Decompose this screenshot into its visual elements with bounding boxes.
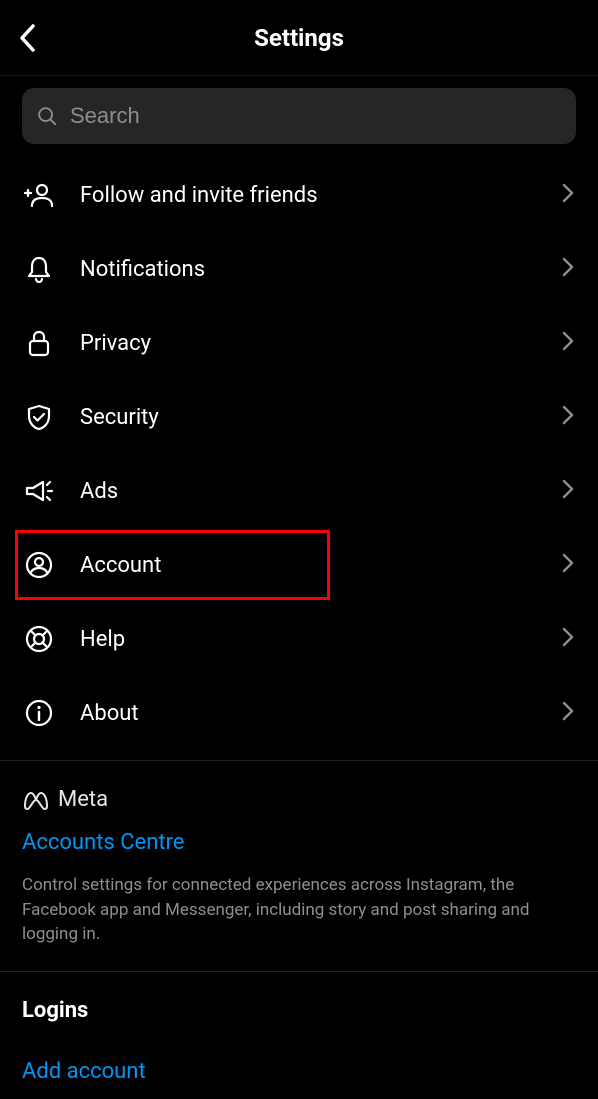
search-box[interactable]: [22, 88, 576, 144]
add-person-icon: [24, 180, 54, 210]
meta-section: Meta Accounts Centre Control settings fo…: [0, 761, 598, 972]
menu-item-notifications[interactable]: Notifications: [0, 232, 598, 306]
menu-item-follow-invite[interactable]: Follow and invite friends: [0, 158, 598, 232]
logins-title: Logins: [22, 998, 576, 1023]
chevron-right-icon: [562, 627, 574, 651]
menu-item-label: Follow and invite friends: [80, 183, 536, 208]
search-icon: [36, 105, 58, 127]
chevron-right-icon: [562, 257, 574, 281]
megaphone-icon: [24, 476, 54, 506]
chevron-right-icon: [562, 405, 574, 429]
menu-item-label: Account: [80, 553, 536, 578]
menu-item-privacy[interactable]: Privacy: [0, 306, 598, 380]
info-icon: [24, 698, 54, 728]
menu-item-label: Privacy: [80, 331, 536, 356]
menu-item-account[interactable]: Account: [0, 528, 598, 602]
menu-item-security[interactable]: Security: [0, 380, 598, 454]
add-account-link[interactable]: Add account: [22, 1059, 576, 1084]
menu-item-label: Notifications: [80, 257, 536, 282]
chevron-right-icon: [562, 331, 574, 355]
lock-icon: [24, 328, 54, 358]
menu-item-ads[interactable]: Ads: [0, 454, 598, 528]
bell-icon: [24, 254, 54, 284]
lifebuoy-icon: [24, 624, 54, 654]
header: Settings: [0, 0, 598, 76]
chevron-left-icon: [18, 23, 38, 53]
menu-item-label: Help: [80, 627, 536, 652]
menu-item-help[interactable]: Help: [0, 602, 598, 676]
page-title: Settings: [254, 24, 344, 52]
meta-brand-row: Meta: [22, 787, 576, 812]
meta-logo-icon: [22, 790, 50, 810]
search-input[interactable]: [70, 103, 562, 129]
accounts-centre-link[interactable]: Accounts Centre: [22, 830, 576, 855]
user-circle-icon: [24, 550, 54, 580]
menu-item-label: Security: [80, 405, 536, 430]
meta-brand-label: Meta: [58, 787, 108, 812]
menu-item-label: Ads: [80, 479, 536, 504]
meta-description: Control settings for connected experienc…: [22, 873, 576, 947]
shield-icon: [24, 402, 54, 432]
chevron-right-icon: [562, 479, 574, 503]
menu-item-label: About: [80, 701, 536, 726]
chevron-right-icon: [562, 553, 574, 577]
logins-section: Logins Add account: [0, 972, 598, 1084]
menu-item-about[interactable]: About: [0, 676, 598, 750]
settings-menu: Follow and invite friends Notifications …: [0, 154, 598, 760]
chevron-right-icon: [562, 183, 574, 207]
chevron-right-icon: [562, 701, 574, 725]
back-button[interactable]: [10, 20, 46, 56]
search-container: [0, 76, 598, 154]
